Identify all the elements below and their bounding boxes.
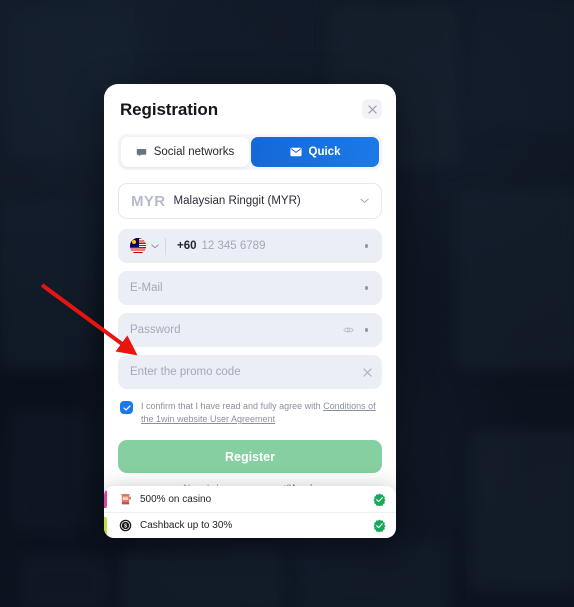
tab-social-networks-label: Social networks bbox=[153, 146, 235, 158]
field-status-dot bbox=[364, 286, 368, 290]
field-status-dot bbox=[364, 244, 368, 248]
page-title: Registration bbox=[120, 100, 218, 119]
registration-method-tabs: Social networks Quick bbox=[118, 134, 382, 170]
bonus-list: 777 500% on casino $ Cashback up to 30% bbox=[104, 486, 396, 538]
promo-clear-icon[interactable] bbox=[363, 367, 372, 377]
register-button[interactable]: Register bbox=[118, 440, 382, 474]
chevron-down-icon bbox=[360, 198, 369, 204]
list-item: $ Cashback up to 30% bbox=[104, 512, 396, 538]
background-card bbox=[20, 555, 110, 607]
email-placeholder: E-Mail bbox=[130, 282, 163, 294]
list-item-label: 500% on casino bbox=[140, 493, 212, 505]
agreement-row: I confirm that I have read and fully agr… bbox=[118, 400, 382, 426]
currency-name: Malaysian Ringgit (MYR) bbox=[173, 195, 301, 207]
background-card bbox=[470, 430, 574, 590]
tab-quick-label: Quick bbox=[308, 146, 341, 158]
slot-machine-icon: 777 bbox=[118, 492, 132, 506]
check-icon bbox=[122, 404, 131, 411]
field-divider bbox=[165, 237, 166, 255]
password-placeholder: Password bbox=[130, 324, 181, 336]
list-item-label: Cashback up to 30% bbox=[140, 520, 233, 531]
background-card bbox=[120, 545, 280, 607]
svg-text:777: 777 bbox=[123, 496, 128, 500]
row-accent-bar bbox=[104, 490, 107, 508]
close-button[interactable] bbox=[362, 99, 382, 119]
promo-code-field[interactable]: Enter the promo code bbox=[118, 355, 382, 389]
field-status-dot bbox=[364, 328, 368, 332]
currency-code: MYR bbox=[131, 192, 166, 210]
country-chevron-down-icon[interactable] bbox=[151, 243, 159, 249]
modal-header: Registration bbox=[118, 99, 382, 120]
phone-input-placeholder: 12 345 6789 bbox=[201, 240, 266, 252]
password-field[interactable]: Password bbox=[118, 313, 382, 347]
verified-check-icon bbox=[372, 519, 386, 533]
agreement-text-prefix: I confirm that I have read and fully agr… bbox=[141, 401, 324, 411]
coin-icon: $ bbox=[118, 519, 132, 533]
tab-social-networks[interactable]: Social networks bbox=[121, 137, 249, 167]
agreement-text: I confirm that I have read and fully agr… bbox=[141, 400, 382, 426]
registration-modal: Registration Social networks Quick MYR M… bbox=[104, 84, 396, 509]
svg-text:$: $ bbox=[124, 524, 127, 530]
background-card bbox=[455, 190, 574, 370]
eye-icon[interactable] bbox=[343, 326, 354, 334]
background-card bbox=[0, 200, 95, 370]
list-item: 777 500% on casino bbox=[104, 486, 396, 512]
malaysia-flag-icon bbox=[130, 238, 146, 254]
chat-bubble-icon bbox=[136, 147, 147, 158]
background-card bbox=[470, 0, 574, 130]
phone-field[interactable]: +60 12 345 6789 bbox=[118, 229, 382, 263]
background-card bbox=[330, 560, 450, 607]
verified-check-icon bbox=[372, 492, 386, 506]
tab-quick[interactable]: Quick bbox=[251, 137, 379, 167]
agreement-checkbox[interactable] bbox=[120, 401, 133, 414]
email-field[interactable]: E-Mail bbox=[118, 271, 382, 305]
row-accent-bar bbox=[104, 517, 107, 535]
promo-code-placeholder: Enter the promo code bbox=[130, 366, 241, 378]
envelope-icon bbox=[289, 147, 302, 157]
background-card bbox=[10, 410, 95, 530]
currency-selector[interactable]: MYR Malaysian Ringgit (MYR) bbox=[118, 183, 382, 219]
close-icon bbox=[367, 104, 377, 114]
phone-dial-code: +60 bbox=[177, 240, 197, 252]
